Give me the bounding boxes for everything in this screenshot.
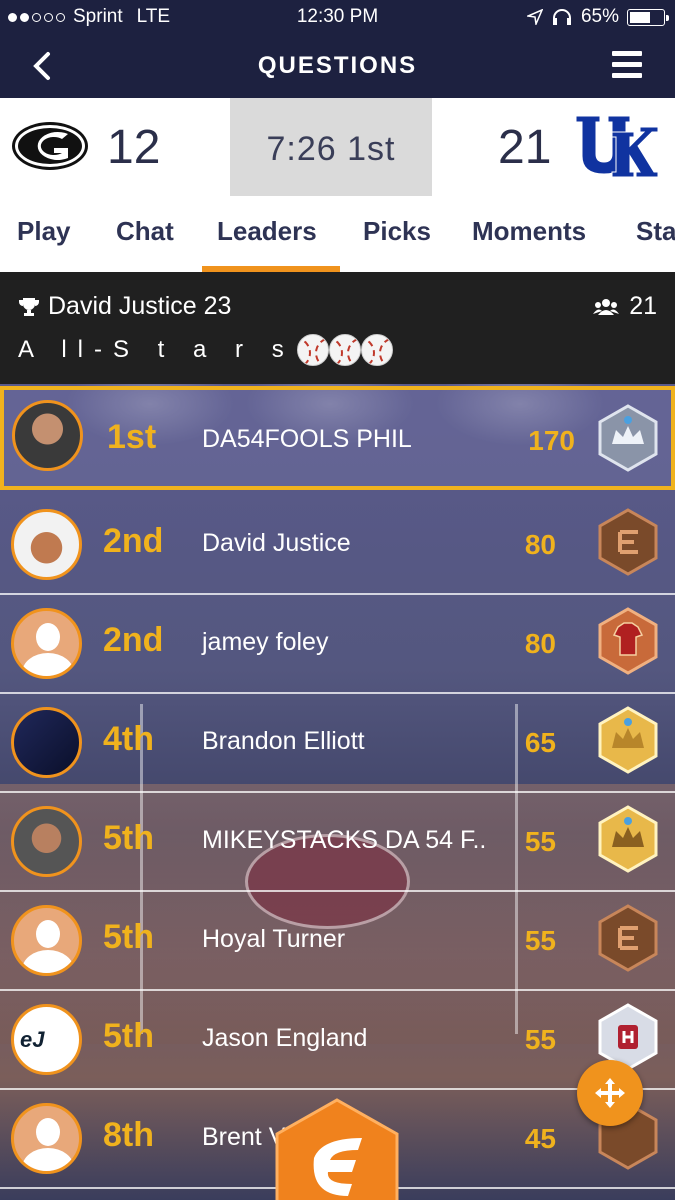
user-name: jamey foley xyxy=(202,628,329,656)
trophy-icon xyxy=(19,297,39,316)
jersey-badge-icon xyxy=(598,607,658,675)
tab-picks[interactable]: Picks xyxy=(363,216,431,247)
game-clock-box: 7:26 1st xyxy=(230,98,432,196)
avatar: eJ xyxy=(11,1004,82,1075)
nav-bar: QUESTIONS xyxy=(0,34,675,98)
points-value: 170 xyxy=(528,425,575,456)
rank-label: 5th xyxy=(103,918,154,956)
away-score: 21 xyxy=(498,121,552,174)
leaderboard-list[interactable]: 1st DA54FOOLS PHIL 170 2nd David Justice… xyxy=(0,384,675,1200)
page-title: QUESTIONS xyxy=(257,52,418,79)
points-value: 55 xyxy=(524,826,556,857)
scoreboard: 12 7:26 1st 21 xyxy=(0,98,675,196)
location-arrow-icon xyxy=(526,9,543,25)
gold-crown-badge-icon xyxy=(598,805,658,873)
bronze-badge-icon xyxy=(598,904,658,972)
baseball-icon xyxy=(296,334,329,366)
tab-stats[interactable]: Sta xyxy=(636,216,675,247)
points-value: 45 xyxy=(524,1123,556,1154)
bronze-badge-icon xyxy=(598,508,658,576)
diamond-crown-badge-icon xyxy=(598,404,658,472)
points-value: 80 xyxy=(524,628,556,659)
menu-button[interactable] xyxy=(612,51,642,79)
leaderboard-row[interactable]: 5th Hoyal Turner 55 xyxy=(0,892,675,991)
avatar xyxy=(11,707,82,778)
avatar xyxy=(11,806,82,877)
move-arrows-icon xyxy=(595,1078,625,1108)
user-name: David Justice xyxy=(202,529,351,557)
hamburger-menu-icon xyxy=(612,51,642,56)
league-name: A ll-S t a r s xyxy=(18,334,393,366)
user-name: MIKEYSTACKS DA 54 F.. xyxy=(202,826,487,854)
avatar xyxy=(12,400,83,471)
league-name-text: A ll-S t a r s xyxy=(18,336,295,363)
battery-icon xyxy=(627,8,669,26)
points-value: 55 xyxy=(524,925,556,956)
user-name: Jason England xyxy=(202,1024,368,1052)
tab-moments[interactable]: Moments xyxy=(472,216,586,247)
avatar xyxy=(11,509,82,580)
leaderboard-row[interactable]: 5th MIKEYSTACKS DA 54 F.. 55 xyxy=(0,793,675,892)
baseball-icon xyxy=(360,334,393,366)
people-icon xyxy=(593,298,620,315)
kentucky-logo-icon xyxy=(575,115,658,178)
leaderboard-row[interactable]: 2nd David Justice 80 xyxy=(0,496,675,595)
leaderboard-row[interactable]: eJ 5th Jason England 55 xyxy=(0,991,675,1090)
move-fab-button[interactable] xyxy=(577,1060,643,1126)
user-name: Brandon Elliott xyxy=(202,727,365,755)
rank-label: 5th xyxy=(103,819,154,857)
leaderboard-row[interactable]: 2nd jamey foley 80 xyxy=(0,595,675,694)
league-header: David Justice 23 21 A ll-S t a r s xyxy=(0,272,675,384)
rank-label: 4th xyxy=(103,720,154,758)
fanduel-hex-logo-icon[interactable] xyxy=(272,1098,402,1200)
game-clock: 7:26 1st xyxy=(266,130,396,168)
tab-leaders[interactable]: Leaders xyxy=(217,216,317,247)
gold-crown-badge-icon xyxy=(598,706,658,774)
points-value: 55 xyxy=(524,1024,556,1055)
avatar xyxy=(11,608,82,679)
member-count[interactable]: 21 xyxy=(593,292,657,321)
baseball-emojis xyxy=(296,334,393,366)
leaderboard-row[interactable]: 4th Brandon Elliott 65 xyxy=(0,694,675,793)
member-count-value: 21 xyxy=(629,292,657,320)
leaderboard-row[interactable]: 1st DA54FOOLS PHIL 170 xyxy=(0,386,675,490)
rank-label: 1st xyxy=(107,418,157,456)
battery-percent: 65% xyxy=(580,6,619,27)
user-name: Hoyal Turner xyxy=(202,925,346,953)
avatar xyxy=(11,1103,82,1174)
baseball-icon xyxy=(328,334,361,366)
rank-label: 2nd xyxy=(103,522,164,560)
rank-label: 5th xyxy=(103,1017,154,1055)
status-bar: Sprint LTE 12:30 PM 65% xyxy=(0,0,675,34)
points-value: 65 xyxy=(524,727,556,758)
home-score: 12 xyxy=(107,121,161,174)
points-value: 80 xyxy=(524,529,556,560)
rank-label: 2nd xyxy=(103,621,164,659)
tab-bar: Play Chat Leaders Picks Moments Sta xyxy=(0,196,675,272)
headphones-icon xyxy=(552,9,571,25)
league-leader: David Justice 23 xyxy=(18,292,231,321)
avatar xyxy=(11,905,82,976)
rank-label: 8th xyxy=(103,1116,154,1154)
tab-play[interactable]: Play xyxy=(17,216,71,247)
user-name: DA54FOOLS PHIL xyxy=(202,425,412,453)
status-right: 65% xyxy=(526,6,669,28)
georgia-logo-icon xyxy=(12,122,88,170)
tab-chat[interactable]: Chat xyxy=(116,216,174,247)
leader-text: David Justice 23 xyxy=(48,292,232,320)
